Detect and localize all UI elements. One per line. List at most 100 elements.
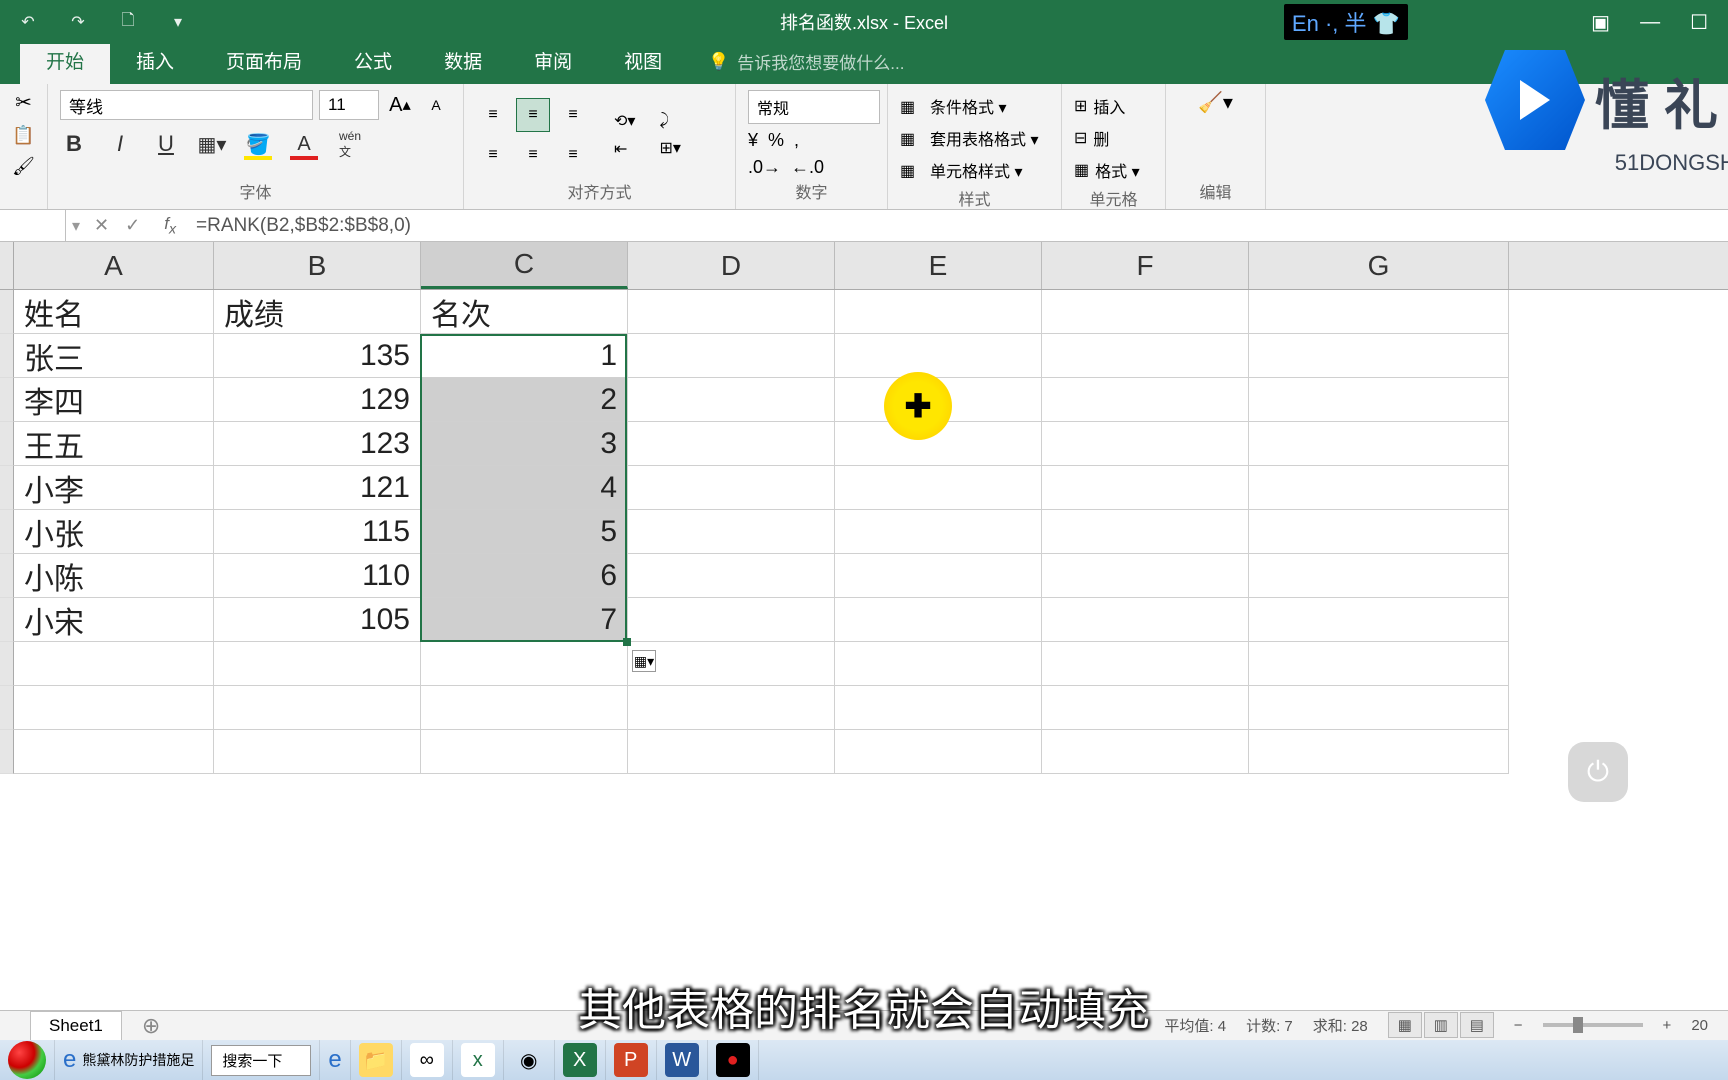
increase-font-button[interactable]: A▴ [385, 90, 415, 120]
cell[interactable] [628, 334, 835, 378]
cell[interactable] [421, 686, 628, 730]
cell[interactable] [628, 642, 835, 686]
merge-button[interactable]: ⊞▾ [659, 138, 680, 158]
increase-decimal-button[interactable]: .0→ [748, 157, 781, 178]
cell[interactable] [214, 730, 421, 774]
indent-decrease-button[interactable]: ⇤ [614, 139, 635, 159]
cell[interactable] [14, 730, 214, 774]
tell-me-search[interactable]: 💡 告诉我您想要做什么... [708, 39, 904, 84]
cell[interactable] [1042, 422, 1249, 466]
phonetic-button[interactable]: wén文 [336, 130, 364, 158]
cell[interactable] [835, 598, 1042, 642]
cell[interactable] [835, 334, 1042, 378]
tab-formulas[interactable]: 公式 [328, 37, 418, 84]
cell[interactable] [628, 730, 835, 774]
comma-button[interactable]: , [794, 130, 799, 151]
col-header-f[interactable]: F [1042, 242, 1249, 289]
cell[interactable]: 4 [421, 466, 628, 510]
align-top-button[interactable]: ≡ [476, 98, 510, 132]
format-cells-button[interactable]: ▦格式 ▾ [1074, 154, 1153, 186]
row-header[interactable] [0, 642, 14, 686]
cell[interactable] [1042, 554, 1249, 598]
currency-button[interactable]: ¥ [748, 130, 758, 151]
undo-button[interactable]: ↶ [18, 12, 38, 32]
cell[interactable]: 115 [214, 510, 421, 554]
accept-formula-button[interactable]: ✓ [125, 215, 140, 236]
cell[interactable]: 105 [214, 598, 421, 642]
cell[interactable] [628, 510, 835, 554]
cell[interactable]: 6 [421, 554, 628, 598]
sheet-tab[interactable]: Sheet1 [30, 1011, 122, 1040]
page-break-view-button[interactable]: ▤ [1460, 1012, 1494, 1038]
cell[interactable]: 小李 [14, 466, 214, 510]
row-header[interactable] [0, 510, 14, 554]
col-header-g[interactable]: G [1249, 242, 1509, 289]
clear-button[interactable]: 🧹▾ [1198, 90, 1233, 115]
normal-view-button[interactable]: ▦ [1388, 1012, 1422, 1038]
cell[interactable]: 3 [421, 422, 628, 466]
cell[interactable]: 王五 [14, 422, 214, 466]
delete-cells-button[interactable]: ⊟删 [1074, 122, 1153, 154]
row-header[interactable] [0, 598, 14, 642]
cell[interactable] [14, 686, 214, 730]
cell[interactable] [1042, 466, 1249, 510]
name-box[interactable] [0, 210, 66, 241]
cell[interactable] [1249, 642, 1509, 686]
cell[interactable] [628, 290, 835, 334]
new-doc-button[interactable]: 🗋 [118, 12, 138, 32]
cell[interactable] [835, 642, 1042, 686]
cancel-formula-button[interactable]: ✕ [94, 215, 109, 236]
tab-data[interactable]: 数据 [418, 37, 508, 84]
taskbar-excel-doc[interactable]: x [453, 1040, 504, 1080]
cell[interactable] [214, 642, 421, 686]
cell[interactable] [421, 642, 628, 686]
taskbar-powerpoint[interactable]: P [606, 1040, 657, 1080]
col-header-b[interactable]: B [214, 242, 421, 289]
cell[interactable] [1249, 422, 1509, 466]
cell[interactable] [1042, 598, 1249, 642]
row-header[interactable] [0, 466, 14, 510]
align-bottom-button[interactable]: ≡ [556, 98, 590, 132]
redo-button[interactable]: ↷ [68, 12, 88, 32]
align-middle-button[interactable]: ≡ [516, 98, 550, 132]
cell[interactable] [835, 290, 1042, 334]
page-layout-view-button[interactable]: ▥ [1424, 1012, 1458, 1038]
cell[interactable] [1042, 510, 1249, 554]
qat-dropdown[interactable]: ▾ [168, 12, 188, 32]
cell[interactable] [628, 598, 835, 642]
name-box-dropdown[interactable]: ▾ [72, 216, 80, 236]
cell[interactable]: 成绩 [214, 290, 421, 334]
zoom-in-button[interactable]: + [1663, 1017, 1672, 1034]
zoom-percent[interactable]: 20 [1691, 1017, 1708, 1034]
cell[interactable]: 张三 [14, 334, 214, 378]
cell[interactable]: 小张 [14, 510, 214, 554]
start-button[interactable] [0, 1040, 55, 1080]
cell[interactable] [1042, 334, 1249, 378]
cell[interactable]: 2 [421, 378, 628, 422]
row-header[interactable] [0, 378, 14, 422]
cell[interactable] [1249, 510, 1509, 554]
cell[interactable] [1042, 730, 1249, 774]
cell[interactable]: 129 [214, 378, 421, 422]
cell[interactable] [214, 686, 421, 730]
cell[interactable]: 123 [214, 422, 421, 466]
formula-input[interactable]: =RANK(B2,$B$2:$B$8,0) [186, 215, 1728, 237]
tab-review[interactable]: 审阅 [508, 37, 598, 84]
row-header[interactable] [0, 554, 14, 598]
taskbar-recorder[interactable]: ● [708, 1040, 759, 1080]
bold-button[interactable]: B [60, 130, 88, 158]
cell[interactable] [1249, 290, 1509, 334]
col-header-e[interactable]: E [835, 242, 1042, 289]
row-header[interactable] [0, 290, 14, 334]
zoom-slider[interactable] [1543, 1023, 1643, 1027]
taskbar-explorer[interactable]: 📁 [351, 1040, 402, 1080]
cell[interactable] [628, 378, 835, 422]
minimize-button[interactable]: — [1640, 11, 1660, 34]
copy-button[interactable]: 📋 [12, 125, 34, 146]
add-sheet-button[interactable]: ⊕ [142, 1013, 160, 1039]
maximize-button[interactable]: ☐ [1690, 10, 1708, 35]
fill-color-button[interactable]: 🪣 [244, 130, 272, 158]
cell[interactable]: 小陈 [14, 554, 214, 598]
taskbar-chrome[interactable]: ◉ [504, 1040, 555, 1080]
cell[interactable] [1249, 378, 1509, 422]
